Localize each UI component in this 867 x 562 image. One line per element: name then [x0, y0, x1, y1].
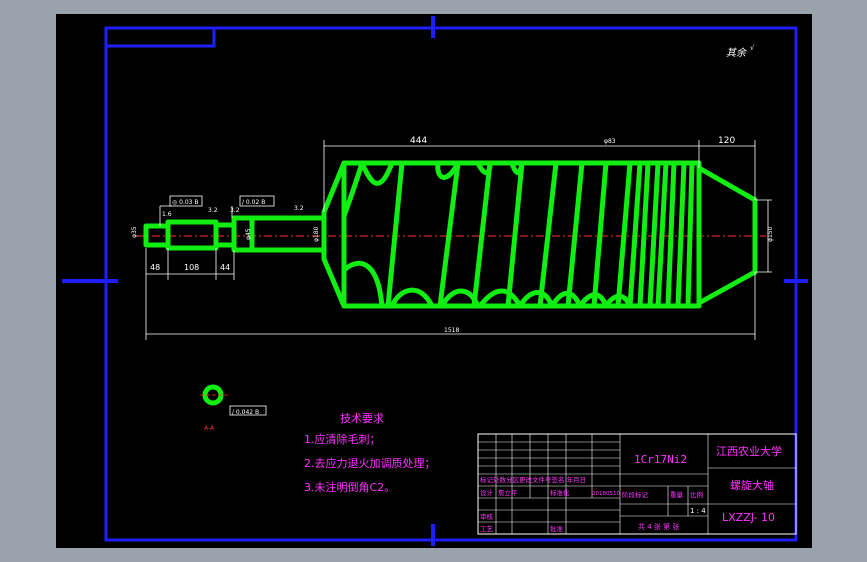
- svg-text:标记处数分区更改文件号签名 年月日: 标记处数分区更改文件号签名 年月日: [480, 475, 586, 484]
- svg-text:1.6: 1.6: [162, 211, 172, 218]
- drawing-canvas: 其余 √ 444 φ83 120 1518 48 108 44 φ35 φ45 …: [62, 16, 808, 546]
- svg-text:A-A: A-A: [204, 425, 215, 432]
- tech-requirements: 技术要求 1.应清除毛刺； 2.去应力退火加调质处理； 3.未注明倒角C2。: [304, 412, 436, 494]
- frame-corner: [106, 28, 216, 48]
- drawing-frame: [104, 26, 798, 542]
- svg-text:44: 44: [220, 263, 230, 272]
- svg-text:工艺: 工艺: [480, 525, 494, 533]
- svg-text:1518: 1518: [444, 327, 459, 334]
- svg-text:江西农业大学: 江西农业大学: [716, 444, 782, 458]
- svg-text:120: 120: [718, 136, 735, 146]
- svg-text:2.去应力退火加调质处理；: 2.去应力退火加调质处理；: [304, 456, 436, 470]
- svg-text:共 4 张 第 张: 共 4 张 第 张: [638, 522, 679, 531]
- svg-text:技术要求: 技术要求: [340, 412, 384, 425]
- svg-text:φ180: φ180: [313, 226, 320, 242]
- svg-text:φ35: φ35: [131, 226, 138, 238]
- svg-text:1Cr17Ni2: 1Cr17Ni2: [634, 453, 687, 466]
- svg-text:3.未注明倒角C2。: 3.未注明倒角C2。: [304, 480, 395, 494]
- svg-text:φ150: φ150: [767, 226, 774, 242]
- svg-text:108: 108: [184, 263, 199, 272]
- svg-text:◎ 0.03 B: ◎ 0.03 B: [172, 199, 199, 206]
- roughness-note: 其余: [726, 47, 748, 59]
- svg-text:/ 0.042 B: / 0.042 B: [232, 409, 259, 416]
- svg-text:螺旋大轴: 螺旋大轴: [730, 478, 774, 492]
- svg-text:阶段标记: 阶段标记: [622, 490, 649, 499]
- svg-text:标准化: 标准化: [550, 488, 570, 497]
- svg-text:3.2: 3.2: [294, 205, 304, 212]
- svg-text:审核: 审核: [480, 512, 494, 521]
- section-view: / 0.042 B A-A: [200, 384, 267, 432]
- svg-text:φ45: φ45: [245, 228, 252, 240]
- svg-text:詹立平: 詹立平: [498, 488, 518, 497]
- svg-text:444: 444: [410, 136, 427, 146]
- svg-text:48: 48: [150, 263, 160, 272]
- svg-text:3.2: 3.2: [208, 207, 218, 214]
- screw-flights: [341, 161, 695, 308]
- svg-text:比例: 比例: [690, 490, 703, 499]
- svg-text:√: √: [750, 44, 755, 52]
- svg-text:1 : 4: 1 : 4: [690, 507, 706, 515]
- svg-text:设计: 设计: [480, 488, 494, 497]
- cad-viewport[interactable]: 其余 √ 444 φ83 120 1518 48 108 44 φ35 φ45 …: [0, 0, 867, 562]
- svg-text:批准: 批准: [550, 524, 564, 533]
- title-block: 1Cr17Ni2 江西农业大学 螺旋大轴 LXZZJ- 10 标记处数分区更改文…: [477, 433, 797, 535]
- svg-text:3.2: 3.2: [230, 207, 240, 214]
- svg-text:重量: 重量: [670, 491, 684, 499]
- svg-text:LXZZJ- 10: LXZZJ- 10: [722, 511, 775, 524]
- svg-text:φ83: φ83: [604, 138, 616, 145]
- svg-text:20180510: 20180510: [592, 491, 620, 497]
- svg-text:/ 0.02 B: / 0.02 B: [242, 199, 265, 206]
- svg-text:1.应清除毛刺；: 1.应清除毛刺；: [304, 432, 381, 446]
